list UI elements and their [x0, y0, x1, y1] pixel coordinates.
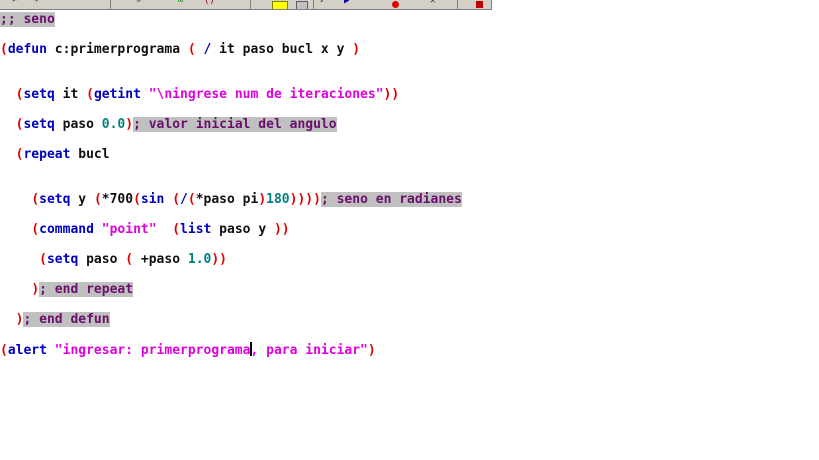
paren-token: (: [133, 192, 141, 207]
keyword-token: /: [180, 192, 188, 207]
code-token: paso y: [211, 222, 274, 237]
string-token: , para iniciar": [250, 343, 368, 358]
code-token: bucl: [70, 147, 110, 162]
code-editor[interactable]: ;; seno (defun c:primerprograma ( / it p…: [0, 10, 819, 460]
number-token: 1.0: [187, 252, 212, 267]
toolbar-separator: [110, 0, 111, 9]
keyword-token: list: [180, 222, 212, 237]
paren-token: ): [258, 192, 267, 207]
stop-icon[interactable]: [392, 1, 399, 8]
keyword-token: setq: [39, 192, 71, 207]
redo-icon[interactable]: ↷: [33, 0, 43, 6]
keyword-token: setq: [23, 87, 55, 102]
code-token: y: [70, 192, 94, 207]
code-line: (setq paso 0.0); valor inicial del angul…: [0, 117, 337, 133]
paren-token: ): [31, 282, 40, 297]
code-line: (repeat bucl: [0, 147, 110, 163]
watch-icon[interactable]: [476, 1, 483, 8]
format-icon[interactable]: [296, 1, 308, 9]
code-line: ); end repeat: [0, 282, 134, 298]
check-icon[interactable]: ✓: [320, 0, 330, 6]
toolbar: ↶ ↷ ⌕ ∞ () ✓ ▶ ✕: [0, 0, 492, 10]
code-line: (defun c:primerprograma ( / it paso bucl…: [0, 42, 360, 58]
keyword-token: defun: [7, 42, 47, 57]
paren-token: )): [383, 87, 400, 102]
keyword-token: alert: [7, 343, 47, 358]
paren-token: (: [93, 192, 102, 207]
keyword-token: setq: [46, 252, 79, 267]
comment-token: ; seno en radianes: [320, 192, 462, 207]
paren-token: (: [39, 252, 47, 267]
code-line: ;; seno: [0, 12, 55, 28]
paren-token: (: [187, 192, 196, 207]
paren-token: )): [273, 222, 290, 237]
keyword-token: repeat: [23, 147, 71, 162]
code-token: it: [54, 87, 87, 102]
replace-icon[interactable]: ∞: [178, 0, 188, 6]
undo-icon[interactable]: ↶: [12, 0, 22, 6]
string-token: "point": [101, 222, 157, 237]
code-token: it paso bucl x y: [211, 42, 353, 57]
paren-token: (: [31, 222, 40, 237]
string-token: "ingresar: primerprograma: [54, 343, 251, 358]
paren-token: (: [125, 252, 134, 267]
comment-token: ;; seno: [0, 12, 55, 27]
paren-token: ): [352, 42, 361, 57]
keyword-token: getint: [93, 87, 141, 102]
keyword-token: setq: [23, 117, 55, 132]
code-line: (setq paso ( +paso 1.0)): [0, 252, 227, 268]
keyword-token: sin: [140, 192, 165, 207]
paren-token: (: [187, 42, 196, 57]
keyword-token: command: [39, 222, 94, 237]
code-line: (setq y (*700(sin (/(*paso pi)180)))); s…: [0, 192, 462, 208]
paren-token: (: [0, 42, 8, 57]
paren-token: (: [86, 87, 94, 102]
code-token: c:primerprograma: [46, 42, 188, 57]
run-icon[interactable]: ▶: [344, 0, 354, 6]
paren-token: )): [211, 252, 228, 267]
code-token: *700: [101, 192, 134, 207]
toolbar-separator: [313, 0, 314, 9]
comment-token: ; end repeat: [39, 282, 134, 297]
paren-token: (: [172, 192, 181, 207]
paren-token: ): [367, 343, 376, 358]
code-line: (command "point" (list paso y )): [0, 222, 290, 238]
paren-token: (: [31, 192, 40, 207]
paren-token: (: [172, 222, 181, 237]
code-token: paso: [78, 252, 126, 267]
code-token: *paso pi: [195, 192, 259, 207]
code-line: (setq it (getint "\ningrese num de itera…: [0, 87, 400, 103]
find-icon[interactable]: ⌕: [136, 0, 146, 6]
code-line: ); end defun: [0, 312, 110, 328]
code-token: paso: [54, 117, 102, 132]
comment-token: ; valor inicial del angulo: [133, 117, 337, 132]
toolbar-separator: [250, 0, 251, 9]
breakpoint-icon[interactable]: ✕: [430, 0, 440, 6]
code-line: (alert "ingresar: primerprograma, para i…: [0, 342, 376, 358]
number-token: 0.0: [101, 117, 126, 132]
comment-token: ; end defun: [23, 312, 110, 327]
paren-token: )))): [289, 192, 321, 207]
toolbar-separator: [457, 0, 458, 9]
color-icon[interactable]: [272, 1, 288, 9]
parens-icon[interactable]: (): [204, 0, 215, 6]
string-token: "\ningrese num de iteraciones": [148, 87, 384, 102]
code-token: +paso: [133, 252, 188, 267]
paren-token: ): [125, 117, 134, 132]
number-token: 180: [266, 192, 290, 207]
paren-token: (: [0, 343, 8, 358]
